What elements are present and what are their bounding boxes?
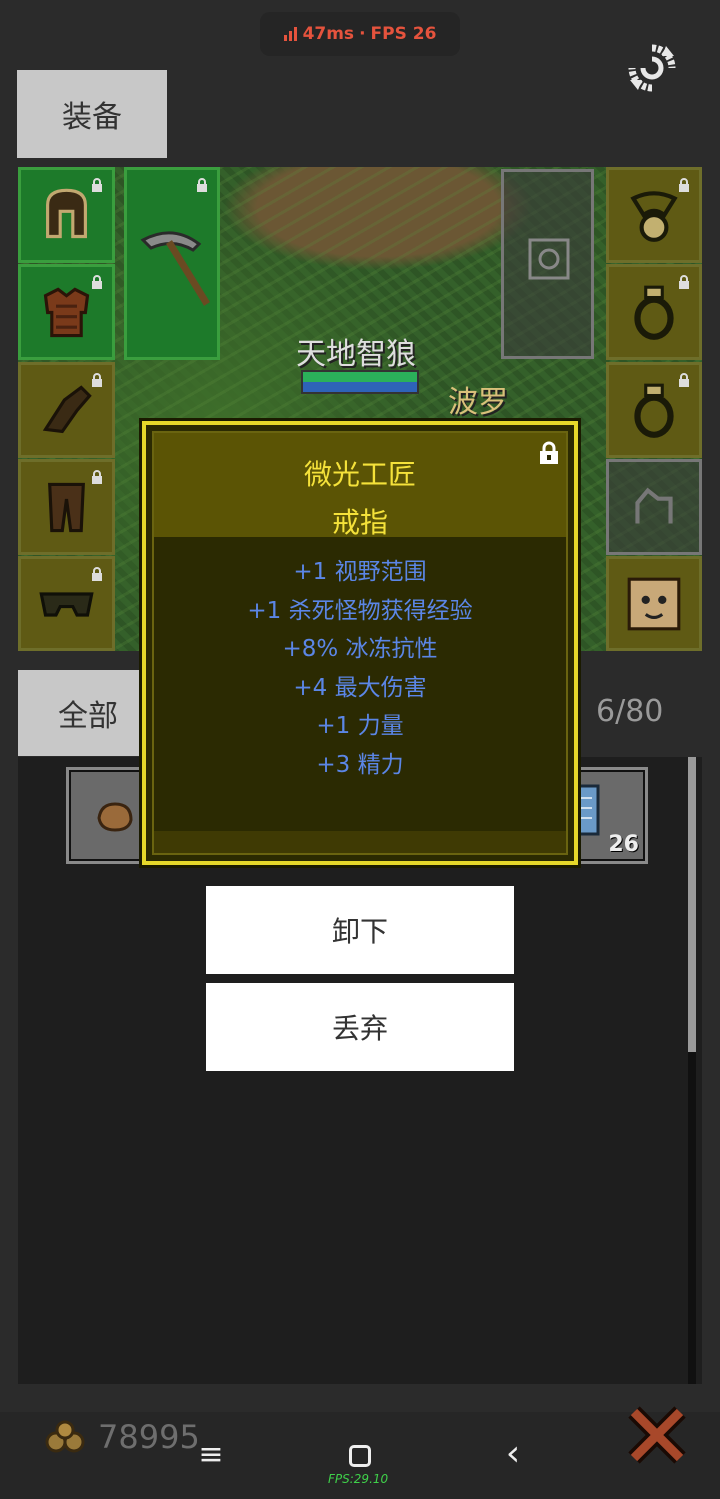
game-screen: 47ms · FPS 26 装备 zz: [0, 0, 720, 1499]
item-name: 微光工匠: [303, 458, 416, 491]
lock-icon: [197, 178, 207, 192]
item-stat: +4 最大伤害: [293, 674, 427, 701]
item-quantity: 26: [608, 832, 639, 857]
close-x-icon[interactable]: [626, 1404, 688, 1466]
nav-home-icon[interactable]: [349, 1445, 371, 1467]
tab-equipment[interactable]: 装备: [17, 70, 167, 158]
monster-name: 天地智狼: [296, 337, 416, 372]
item-stat: +3 精力: [316, 751, 404, 778]
tooltip-footer: [154, 831, 566, 853]
status-separator: ·: [359, 24, 366, 44]
inventory-capacity: 6/80: [596, 694, 664, 729]
sync-icon[interactable]: [626, 42, 678, 94]
item-stats: +1 视野范围 +1 杀死怪物获得经验 +8% 冰冻抗性 +4 最大伤害 +1 …: [146, 553, 574, 785]
ring-icon: [634, 285, 674, 340]
shield-placeholder-icon: [528, 238, 570, 280]
item-stat: +1 力量: [316, 713, 404, 740]
pickaxe-icon: [140, 231, 210, 306]
slot-helmet[interactable]: [18, 167, 115, 263]
tab-all[interactable]: 全部: [18, 670, 158, 756]
armor-icon: [43, 287, 90, 338]
monster-mp-fill: [303, 382, 417, 392]
slot-amulet[interactable]: [606, 167, 702, 263]
pet-icon: [627, 577, 681, 631]
nav-back-icon[interactable]: ‹: [498, 1436, 528, 1472]
gloves-icon: [42, 385, 92, 434]
slot-pet[interactable]: [606, 556, 702, 651]
item-tooltip: 微光工匠 戒指 +1 视野范围 +1 杀死怪物获得经验 +8% 冰冻抗性 +4 …: [142, 421, 578, 865]
ore-icon: [97, 802, 133, 832]
scrollbar-thumb[interactable]: [688, 757, 696, 1052]
ping-text: 47ms: [302, 24, 355, 44]
slot-gloves[interactable]: [18, 362, 115, 458]
slot-weapon[interactable]: [124, 167, 220, 360]
slot-boots[interactable]: [18, 556, 115, 651]
slot-ring-1[interactable]: [606, 264, 702, 360]
lock-icon[interactable]: [538, 441, 560, 465]
ring-icon: [634, 383, 674, 438]
nav-menu-icon[interactable]: ≡: [196, 1440, 226, 1470]
gold-coins-icon: [45, 1420, 85, 1453]
slot-ring-2[interactable]: [606, 362, 702, 458]
item-stat: +8% 冰冻抗性: [282, 636, 438, 663]
network-status: 47ms · FPS 26: [260, 12, 460, 56]
pants-icon: [48, 482, 85, 533]
item-type: 戒指: [331, 506, 388, 539]
fps-text: FPS 26: [370, 24, 437, 44]
item-stat: +1 视野范围: [293, 559, 427, 585]
helmet-icon: [46, 188, 87, 239]
slot-mount[interactable]: [606, 459, 702, 555]
signal-icon: [283, 27, 297, 41]
slot-offhand[interactable]: [501, 169, 594, 359]
monster-health-bar: [301, 370, 419, 394]
item-stat: +1 杀死怪物获得经验: [247, 597, 473, 624]
amulet-icon: [630, 191, 678, 242]
unequip-button[interactable]: 卸下: [206, 886, 514, 974]
npc-name: 波罗: [448, 385, 508, 420]
slot-armor[interactable]: [18, 264, 115, 360]
gold-amount: 78995: [98, 1418, 200, 1456]
monster-hp-fill: [303, 372, 417, 382]
boots-icon: [39, 592, 94, 617]
fps-overlay: FPS:29.10: [328, 1472, 389, 1486]
discard-button[interactable]: 丢弃: [206, 983, 514, 1071]
mount-placeholder-icon: [635, 487, 673, 524]
slot-pants[interactable]: [18, 459, 115, 555]
inventory-scrollbar[interactable]: [688, 757, 696, 1384]
